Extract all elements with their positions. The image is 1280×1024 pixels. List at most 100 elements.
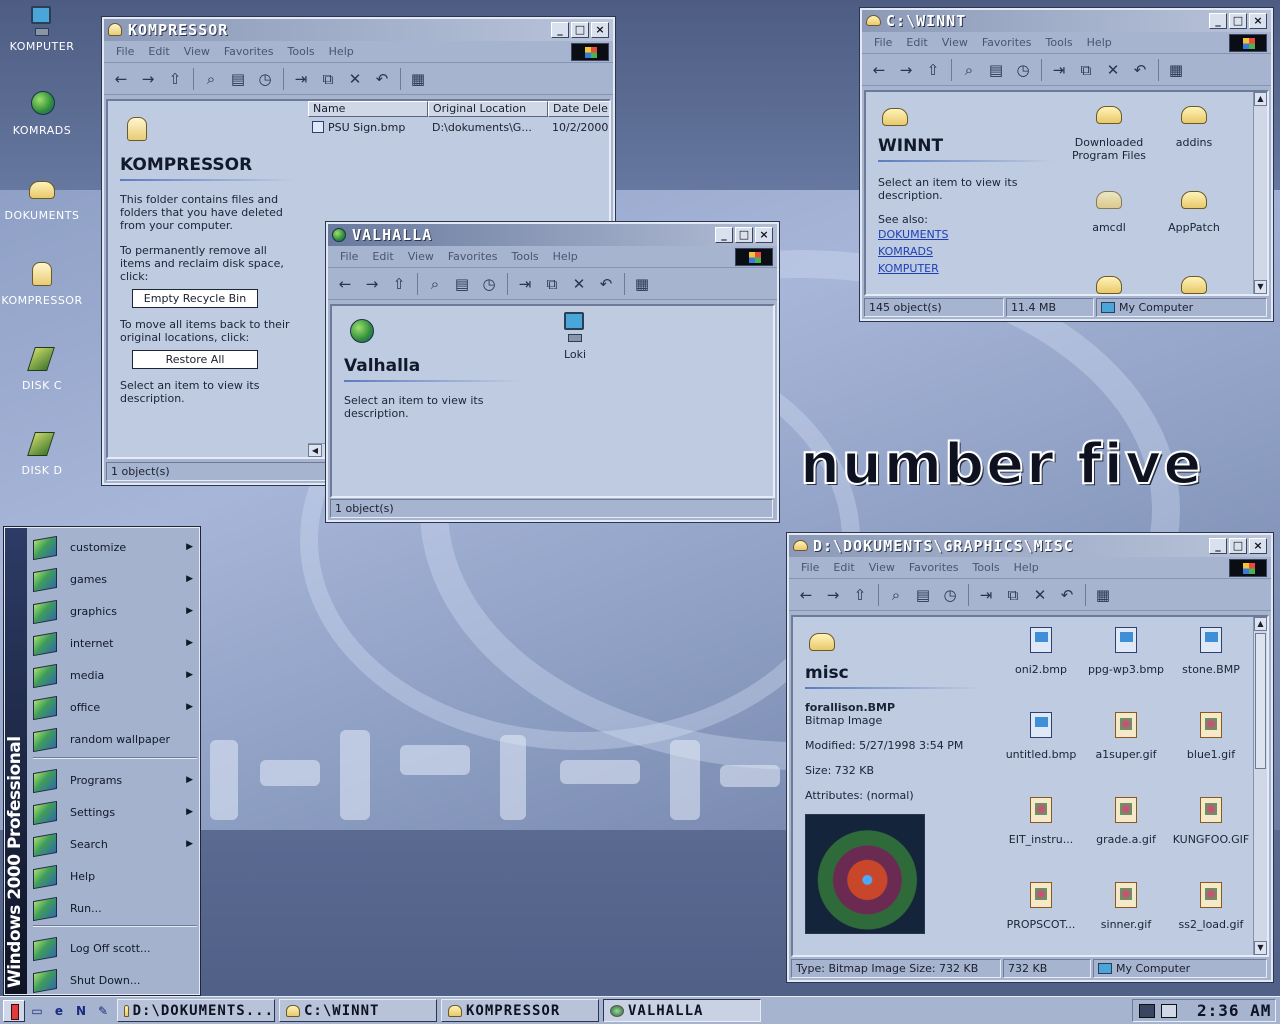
- folder-item-apppatch[interactable]: AppPatch: [1151, 183, 1237, 234]
- misc-titlebar[interactable]: D:\DOKUMENTS\GRAPHICS\MISC _ □ ×: [789, 535, 1271, 557]
- start-button[interactable]: [3, 999, 25, 1022]
- move-to-icon[interactable]: ⇥: [514, 273, 536, 295]
- valhalla-titlebar[interactable]: VALHALLA _ □ ×: [328, 224, 777, 246]
- up-folder-icon[interactable]: ⇧: [849, 584, 871, 606]
- desktop-icon-komrads[interactable]: KOMRADS: [0, 88, 84, 137]
- folder-item-partial[interactable]: [1066, 268, 1152, 294]
- clock[interactable]: 2:36 AM: [1197, 1001, 1271, 1020]
- scroll-down-arrow-icon[interactable]: ▼: [1254, 280, 1267, 294]
- task-button-misc[interactable]: D:\DOKUMENTS...: [117, 999, 275, 1022]
- folders-icon[interactable]: ▤: [451, 273, 473, 295]
- views-icon[interactable]: ▦: [631, 273, 653, 295]
- copy-to-icon[interactable]: ⧉: [1002, 584, 1024, 606]
- start-menu-item[interactable]: media ▶: [31, 660, 199, 690]
- start-menu-item[interactable]: graphics ▶: [31, 596, 199, 626]
- close-button[interactable]: ×: [1249, 13, 1267, 29]
- file-item[interactable]: a1super.gif: [1083, 710, 1169, 761]
- move-to-icon[interactable]: ⇥: [1048, 59, 1070, 81]
- link-komputer[interactable]: KOMPUTER: [878, 260, 1054, 277]
- vertical-scrollbar[interactable]: ▲ ▼: [1253, 617, 1267, 955]
- desktop-icon-kompressor[interactable]: KOMPRESSOR: [0, 258, 84, 307]
- internet-explorer-icon[interactable]: e: [49, 1001, 69, 1021]
- close-button[interactable]: ×: [1249, 538, 1267, 554]
- show-desktop-icon[interactable]: ▭: [27, 1001, 47, 1021]
- up-folder-icon[interactable]: ⇧: [164, 68, 186, 90]
- menu-file[interactable]: File: [801, 561, 819, 574]
- back-arrow-icon[interactable]: ←: [334, 273, 356, 295]
- menu-help[interactable]: Help: [329, 45, 354, 58]
- back-arrow-icon[interactable]: ←: [868, 59, 890, 81]
- file-item[interactable]: ss2_load.gif: [1168, 880, 1254, 931]
- menu-help[interactable]: Help: [1087, 36, 1112, 49]
- table-row[interactable]: PSU Sign.bmp D:\dokuments\G... 10/2/2000: [308, 119, 609, 135]
- menu-edit[interactable]: Edit: [372, 250, 393, 263]
- close-button[interactable]: ×: [755, 227, 773, 243]
- undo-icon[interactable]: ↶: [371, 68, 393, 90]
- vertical-scrollbar[interactable]: ▲ ▼: [1253, 92, 1267, 294]
- menu-view[interactable]: View: [408, 250, 434, 263]
- scroll-left-arrow-icon[interactable]: ◀: [308, 444, 322, 457]
- folder-item-amcdl[interactable]: amcdl: [1066, 183, 1152, 234]
- minimize-button[interactable]: _: [551, 22, 569, 38]
- minimize-button[interactable]: _: [715, 227, 733, 243]
- menu-file[interactable]: File: [116, 45, 134, 58]
- menu-edit[interactable]: Edit: [833, 561, 854, 574]
- views-icon[interactable]: ▦: [407, 68, 429, 90]
- move-to-icon[interactable]: ⇥: [290, 68, 312, 90]
- menu-view[interactable]: View: [184, 45, 210, 58]
- start-menu-item[interactable]: office ▶: [31, 692, 199, 722]
- desktop-icon-dokuments[interactable]: DOKUMENTS: [0, 173, 84, 222]
- menu-edit[interactable]: Edit: [148, 45, 169, 58]
- restore-all-button[interactable]: Restore All: [132, 350, 258, 369]
- menu-edit[interactable]: Edit: [906, 36, 927, 49]
- back-arrow-icon[interactable]: ←: [110, 68, 132, 90]
- kompressor-titlebar[interactable]: KOMPRESSOR _ □ ×: [104, 19, 613, 41]
- start-menu-item[interactable]: random wallpaper: [31, 724, 199, 754]
- file-item[interactable]: EIT_instru...: [998, 795, 1084, 846]
- file-item[interactable]: PROPSCOT...: [998, 880, 1084, 931]
- menu-file[interactable]: File: [874, 36, 892, 49]
- menu-help[interactable]: Help: [1014, 561, 1039, 574]
- scroll-up-arrow-icon[interactable]: ▲: [1254, 92, 1267, 106]
- file-item[interactable]: sinner.gif: [1083, 880, 1169, 931]
- folder-item-downloaded-program-files[interactable]: Downloaded Program Files: [1066, 98, 1152, 162]
- empty-recycle-bin-button[interactable]: Empty Recycle Bin: [132, 289, 258, 308]
- scroll-down-arrow-icon[interactable]: ▼: [1254, 941, 1267, 955]
- maximize-button[interactable]: □: [735, 227, 753, 243]
- menu-favorites[interactable]: Favorites: [224, 45, 274, 58]
- menu-favorites[interactable]: Favorites: [982, 36, 1032, 49]
- menu-file[interactable]: File: [340, 250, 358, 263]
- minimize-button[interactable]: _: [1209, 13, 1227, 29]
- folder-item-addins[interactable]: addins: [1151, 98, 1237, 149]
- minimize-button[interactable]: _: [1209, 538, 1227, 554]
- link-komrads[interactable]: KOMRADS: [878, 243, 1054, 260]
- file-item[interactable]: KUNGFOO.GIF: [1168, 795, 1254, 846]
- task-button-winnt[interactable]: C:\WINNT: [279, 999, 437, 1022]
- file-item[interactable]: oni2.bmp: [998, 625, 1084, 676]
- search-icon[interactable]: ⌕: [958, 59, 980, 81]
- start-menu-item[interactable]: Log Off scott...: [31, 933, 199, 963]
- start-menu-item[interactable]: Shut Down...: [31, 965, 199, 995]
- history-icon[interactable]: ◷: [939, 584, 961, 606]
- search-icon[interactable]: ⌕: [885, 584, 907, 606]
- column-header-date-deleted[interactable]: Date Dele: [548, 101, 609, 117]
- link-dokuments[interactable]: DOKUMENTS: [878, 226, 1054, 243]
- views-icon[interactable]: ▦: [1092, 584, 1114, 606]
- menu-tools[interactable]: Tools: [1046, 36, 1073, 49]
- maximize-button[interactable]: □: [571, 22, 589, 38]
- file-item[interactable]: blue1.gif: [1168, 710, 1254, 761]
- menu-view[interactable]: View: [942, 36, 968, 49]
- move-to-icon[interactable]: ⇥: [975, 584, 997, 606]
- up-folder-icon[interactable]: ⇧: [388, 273, 410, 295]
- desktop-icon-komputer[interactable]: KOMPUTER: [0, 4, 84, 53]
- search-icon[interactable]: ⌕: [424, 273, 446, 295]
- copy-to-icon[interactable]: ⧉: [541, 273, 563, 295]
- folder-item-partial[interactable]: [1151, 268, 1237, 294]
- close-button[interactable]: ×: [591, 22, 609, 38]
- menu-tools[interactable]: Tools: [512, 250, 539, 263]
- desktop-icon-disk-d[interactable]: DISK D: [0, 428, 84, 477]
- forward-arrow-icon[interactable]: →: [895, 59, 917, 81]
- up-folder-icon[interactable]: ⇧: [922, 59, 944, 81]
- start-menu-item[interactable]: customize ▶: [31, 532, 199, 562]
- views-icon[interactable]: ▦: [1165, 59, 1187, 81]
